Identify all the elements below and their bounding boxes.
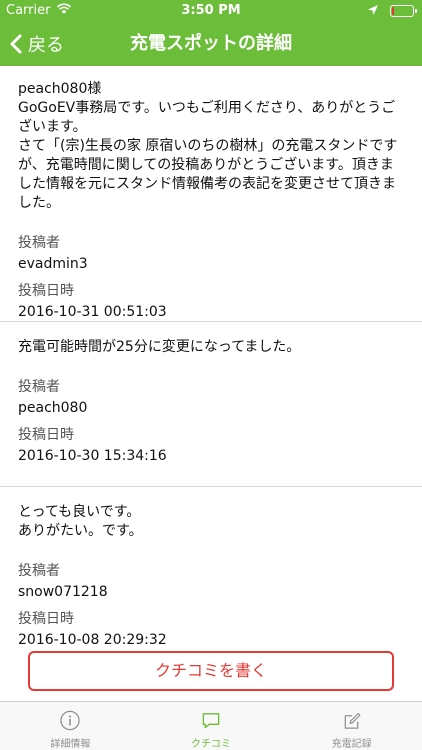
- back-label: 戻る: [28, 35, 64, 56]
- review-item: とっても良いです。 ありがたい。です。 投稿者 snow071218 投稿日時 …: [0, 487, 422, 657]
- poster-name: peach080: [18, 400, 88, 416]
- back-button[interactable]: 戻る: [10, 22, 64, 66]
- status-bar: Carrier 3:50 PM: [0, 0, 422, 22]
- poster-label: 投稿者: [18, 563, 60, 579]
- compose-icon: [344, 712, 361, 729]
- clock: 3:50 PM: [181, 3, 241, 18]
- tab-charge-log[interactable]: 充電記録: [281, 702, 422, 750]
- review-body: 充電可能時間が25分に変更になってました。: [18, 339, 301, 355]
- tab-label: 充電記録: [331, 739, 372, 750]
- review-body: とっても良いです。 ありがたい。です。: [18, 504, 143, 539]
- date-label: 投稿日時: [18, 427, 74, 443]
- review-item: 充電可能時間が25分に変更になってました。 投稿者 peach080 投稿日時 …: [0, 322, 422, 487]
- date-label: 投稿日時: [18, 283, 74, 299]
- tab-label: クチコミ: [191, 739, 231, 750]
- poster-label: 投稿者: [18, 235, 60, 251]
- nav-bar: 戻る 充電スポットの詳細: [0, 22, 422, 66]
- post-date: 2016-10-31 00:51:03: [18, 304, 167, 320]
- tab-bar: 詳細情報 クチコミ 充電記録: [0, 701, 422, 750]
- poster-label: 投稿者: [18, 379, 60, 395]
- date-label: 投稿日時: [18, 611, 74, 627]
- speech-bubble-icon: [202, 713, 220, 729]
- tab-label: 詳細情報: [50, 739, 91, 750]
- info-icon: [60, 710, 81, 731]
- write-review-button[interactable]: クチコミを書く: [28, 651, 394, 691]
- post-date: 2016-10-30 15:34:16: [18, 448, 167, 464]
- post-date: 2016-10-08 20:29:32: [18, 632, 167, 648]
- poster-name: evadmin3: [18, 256, 88, 272]
- poster-name: snow071218: [18, 584, 108, 600]
- chevron-left-icon: [10, 34, 22, 54]
- tab-details[interactable]: 詳細情報: [0, 702, 141, 750]
- battery-icon: [390, 5, 417, 17]
- location-arrow-icon: [368, 4, 378, 19]
- tab-reviews[interactable]: クチコミ: [141, 702, 282, 750]
- review-body: peach080様 GoGoEV事務局です。いつもご利用くださり、ありがとうござ…: [18, 81, 398, 211]
- review-list[interactable]: peach080様 GoGoEV事務局です。いつもご利用くださり、ありがとうござ…: [0, 66, 422, 698]
- review-item: peach080様 GoGoEV事務局です。いつもご利用くださり、ありがとうござ…: [0, 66, 422, 322]
